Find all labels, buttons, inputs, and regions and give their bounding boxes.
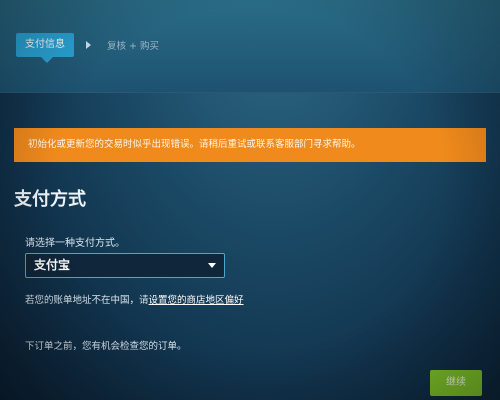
- order-review-note: 下订单之前，您有机会检查您的订单。: [25, 341, 187, 352]
- store-region-preference-link[interactable]: 设置您的商店地区偏好: [149, 295, 244, 306]
- chevron-right-icon: [86, 41, 91, 49]
- payment-method-select[interactable]: 支付宝: [25, 253, 225, 278]
- payment-method-title: 支付方式: [14, 189, 86, 210]
- region-note: 若您的账单地址不在中国，请设置您的商店地区偏好: [25, 292, 244, 306]
- error-banner: 初始化或更新您的交易时似乎出现错误。请稍后重试或联系客服部门寻求帮助。: [14, 128, 486, 162]
- chevron-down-icon: [208, 263, 216, 268]
- step-review-purchase[interactable]: 复核 + 购买: [107, 38, 159, 52]
- step-payment-info[interactable]: 支付信息: [16, 33, 74, 63]
- payment-method-selected-value: 支付宝: [34, 258, 71, 272]
- region-note-text: 若您的账单地址不在中国，请: [25, 295, 149, 306]
- checkout-steps-bar: 支付信息 复核 + 购买: [0, 0, 500, 93]
- payment-method-prompt: 请选择一种支付方式。: [25, 238, 125, 249]
- continue-button[interactable]: 继续: [430, 370, 482, 396]
